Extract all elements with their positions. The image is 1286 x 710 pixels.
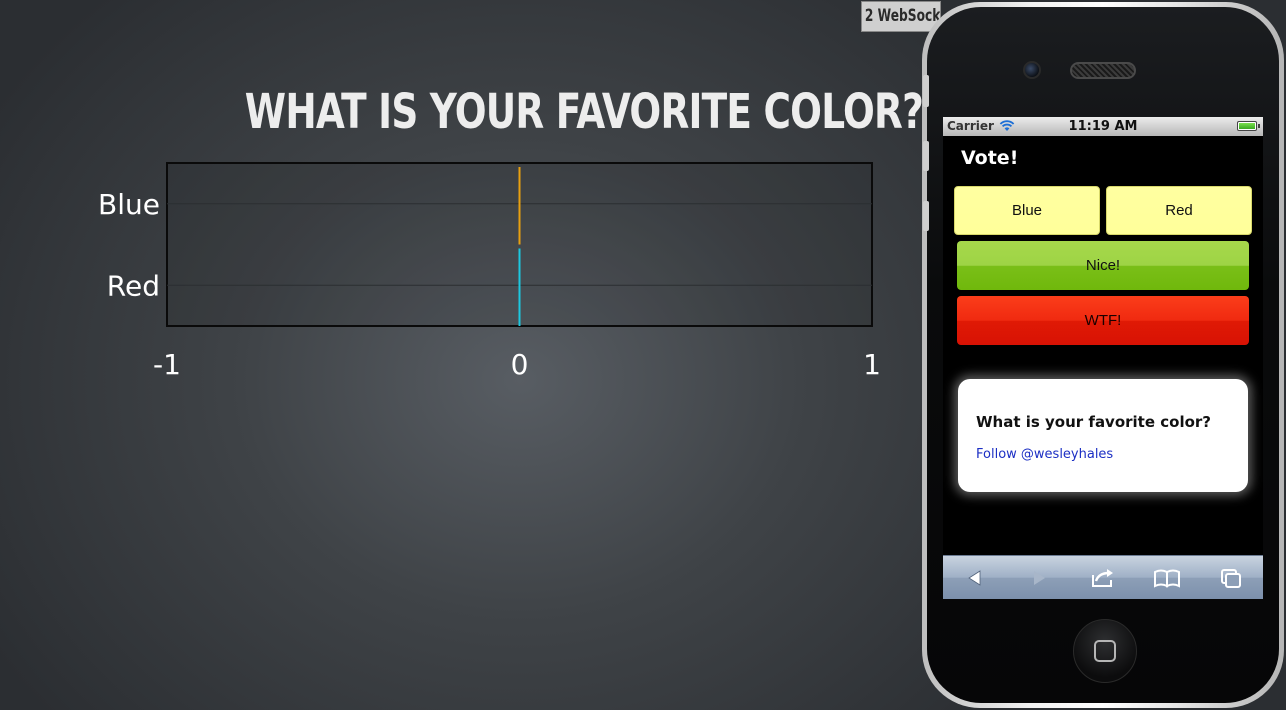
status-time: 11:19 AM (1068, 119, 1138, 134)
bar-blue (518, 167, 521, 245)
phone-screen: Carrier 11:19 AM Vote! Blue Red Nice! WT… (943, 117, 1263, 599)
x-tick-label: 0 (511, 348, 529, 381)
home-button[interactable] (1073, 619, 1137, 683)
category-label-blue: Blue (98, 188, 160, 221)
bookmarks-icon[interactable] (1147, 563, 1187, 593)
battery-icon (1237, 121, 1260, 131)
favorite-color-chart: Blue Red -1 0 1 (98, 162, 881, 381)
status-bar: Carrier 11:19 AM (943, 117, 1263, 136)
phone-body: Carrier 11:19 AM Vote! Blue Red Nice! WT… (923, 7, 1279, 703)
page-header: Vote! (961, 147, 1019, 169)
volume-down-button[interactable] (923, 201, 929, 231)
vote-blue-button[interactable]: Blue (954, 186, 1100, 235)
vote-color-row: Blue Red (943, 186, 1263, 235)
front-camera (1023, 61, 1041, 79)
iphone-simulator: Carrier 11:19 AM Vote! Blue Red Nice! WT… (922, 2, 1284, 708)
earpiece-speaker (1070, 62, 1136, 79)
tabs-icon[interactable] (1211, 563, 1251, 593)
x-tick-label: -1 (153, 348, 181, 381)
mute-switch[interactable] (923, 75, 929, 107)
vote-red-button[interactable]: Red (1106, 186, 1252, 235)
follow-link[interactable]: Follow @wesleyhales (976, 447, 1248, 462)
volume-up-button[interactable] (923, 141, 929, 171)
bar-red (518, 248, 521, 326)
question-card: What is your favorite color? Follow @wes… (958, 379, 1248, 492)
question-text: What is your favorite color? (976, 413, 1211, 431)
websocket-count-badge: 2 WebSocke (861, 1, 941, 32)
safari-toolbar (943, 555, 1263, 599)
nice-button[interactable]: Nice! (957, 241, 1249, 290)
forward-icon[interactable] (1019, 563, 1059, 593)
share-icon[interactable] (1083, 563, 1123, 593)
home-square-icon (1094, 640, 1116, 662)
wtf-button[interactable]: WTF! (957, 296, 1249, 345)
back-icon[interactable] (955, 563, 995, 593)
category-label-red: Red (107, 269, 160, 302)
x-tick-label: 1 (863, 348, 881, 381)
websocket-count-label: 2 WebSocke (864, 6, 941, 26)
